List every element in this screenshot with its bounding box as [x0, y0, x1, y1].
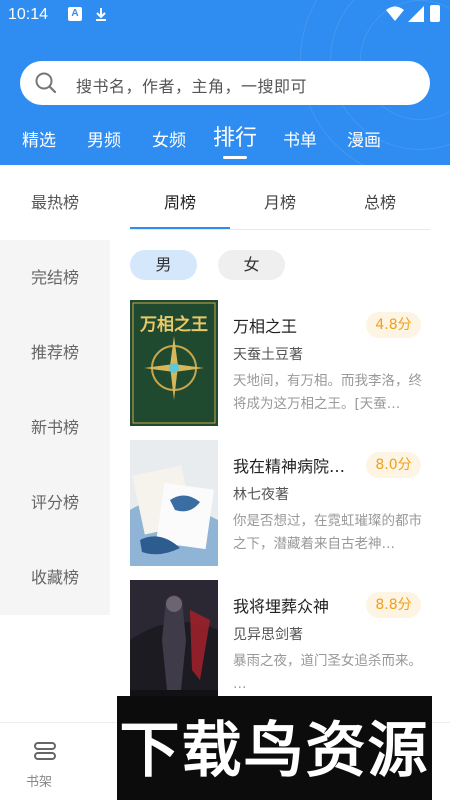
tab-featured[interactable]: 精选 [22, 126, 56, 151]
rank-tab-indicator [130, 227, 230, 229]
book-score: 4.8分 [366, 312, 421, 338]
search-icon [35, 72, 57, 94]
gender-male-chip[interactable]: 男 [130, 250, 197, 280]
tab-ranking[interactable]: 排行 [213, 120, 257, 152]
status-time: 10:14 [8, 6, 49, 23]
book-item[interactable]: 万相之王 万相之王 4.8分 天蚕土豆著 天地间，有万相。而我李洛，终将成为这万… [130, 300, 430, 426]
book-score: 8.8分 [366, 592, 421, 618]
book-item[interactable]: 我在精神病院… 8.0分 林七夜著 你是否想过，在霓虹璀璨的都市之下，潜藏着来自… [130, 440, 430, 566]
wifi-icon [386, 6, 404, 21]
book-author: 天蚕土豆著 [233, 347, 303, 363]
tab-male[interactable]: 男频 [87, 126, 121, 151]
tab-female[interactable]: 女频 [152, 126, 186, 151]
book-title: 我在精神病院… [233, 457, 346, 476]
watermark-text: 下载鸟资源 [119, 716, 430, 786]
sidebar-item-favorites[interactable]: 收藏榜 [0, 540, 110, 615]
nav-bookshelf[interactable]: 书架 [0, 723, 90, 800]
book-title: 我将埋葬众神 [233, 597, 330, 616]
book-author: 林七夜著 [233, 487, 289, 503]
status-bar: 10:14 A [0, 0, 450, 30]
sidebar-item-newbooks[interactable]: 新书榜 [0, 390, 110, 465]
sidebar-item-recommended[interactable]: 推荐榜 [0, 315, 110, 390]
download-icon [96, 8, 106, 21]
bookshelf-icon [34, 742, 56, 760]
sidebar-item-rating[interactable]: 评分榜 [0, 465, 110, 540]
bookshelf-label: 书架 [26, 775, 53, 790]
search-placeholder: 搜书名，作者，主角，一搜即可 [76, 77, 308, 96]
a-icon: A [68, 7, 82, 21]
rank-sidebar: 最热榜 完结榜 推荐榜 新书榜 评分榜 收藏榜 [0, 165, 110, 615]
battery-icon [430, 5, 440, 22]
tab-weekly[interactable]: 周榜 [130, 189, 230, 213]
gender-female-chip[interactable]: 女 [218, 250, 285, 280]
book-cover: 万相之王 [130, 300, 218, 426]
book-desc: 你是否想过，在霓虹璀璨的都市之下，潜藏着来自古老神… [233, 513, 422, 552]
rank-period-tabs: 周榜 月榜 总榜 [130, 165, 430, 230]
book-item[interactable]: 我将埋葬众神 8.8分 见异思剑著 暴雨之夜，道门圣女追杀而来。 … [130, 580, 430, 706]
tab-total[interactable]: 总榜 [330, 189, 430, 213]
tab-monthly[interactable]: 月榜 [230, 189, 330, 213]
watermark: 下载鸟资源 [117, 696, 432, 800]
active-tab-indicator [223, 156, 247, 159]
header: 10:14 A 搜书名，作者，主角，一搜即可 精选 男频 女频 排行 书单 漫画 [0, 0, 450, 165]
search-bar[interactable]: 搜书名，作者，主角，一搜即可 [20, 61, 430, 105]
cover-title: 万相之王 [139, 314, 208, 335]
book-cover [130, 440, 218, 566]
book-author: 见异思剑著 [233, 627, 303, 643]
book-desc: 天地间，有万相。而我李洛，终将成为这万相之王。[天蚕… [233, 373, 422, 412]
tab-booklist[interactable]: 书单 [283, 126, 317, 151]
category-tabs: 精选 男频 女频 排行 书单 漫画 [0, 118, 450, 162]
book-score: 8.0分 [366, 452, 421, 478]
book-title: 万相之王 [233, 317, 298, 336]
signal-icon [408, 6, 424, 22]
sidebar-item-completed[interactable]: 完结榜 [0, 240, 110, 315]
book-cover [130, 580, 218, 706]
book-desc: 暴雨之夜，道门圣女追杀而来。 … [233, 653, 422, 692]
sidebar-item-hottest[interactable]: 最热榜 [0, 165, 110, 240]
tab-comics[interactable]: 漫画 [347, 126, 381, 151]
